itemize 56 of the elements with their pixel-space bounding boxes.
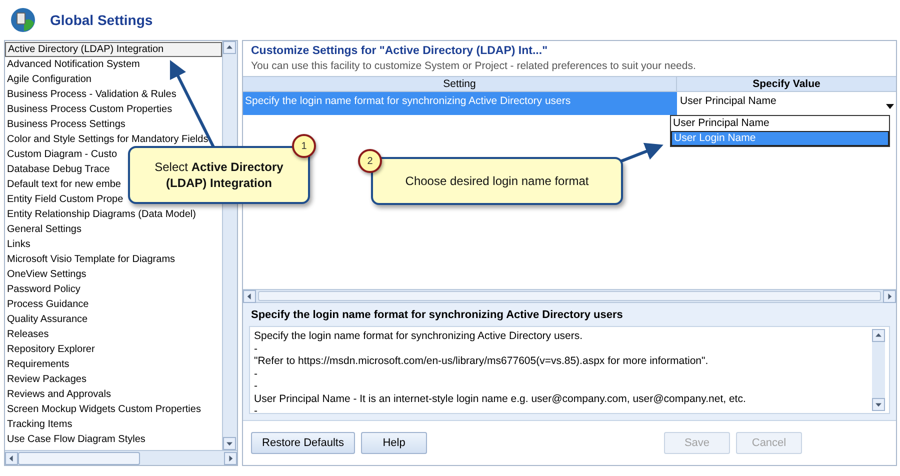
- settings-category-item[interactable]: General Settings: [5, 222, 82, 237]
- description-line: "Refer to https://msdn.microsoft.com/en-us/library/ms677605(v=vs.85).aspx for more information".: [254, 355, 710, 368]
- scroll-right-button[interactable]: [883, 290, 896, 303]
- panel-subtitle: You can use this facility to customize System or Project - related preferences to suit your needs.: [250, 59, 697, 74]
- dropdown-option[interactable]: User Principal Name: [671, 116, 889, 131]
- settings-category-item[interactable]: Quality Assurance: [5, 312, 89, 327]
- settings-category-item[interactable]: Agile Configuration: [5, 72, 92, 87]
- settings-category-item[interactable]: Business Process Settings: [5, 117, 126, 132]
- settings-category-item[interactable]: Default text for new embe: [5, 177, 122, 192]
- vertical-scrollbar[interactable]: [872, 329, 885, 411]
- column-header: Setting: [243, 77, 677, 91]
- settings-category-item[interactable]: Entity Relationship Diagrams (Data Model): [5, 207, 197, 222]
- settings-category-item[interactable]: Password Policy: [5, 282, 82, 297]
- panel-title: Customize Settings for "Active Directory (LDAP) Int...": [250, 44, 549, 57]
- settings-category-item[interactable]: Business Process - Validation & Rules: [5, 87, 178, 102]
- callout-note: Choose desired login name format: [371, 157, 623, 205]
- globe-icon: [10, 7, 36, 33]
- settings-category-item[interactable]: Use Case Flow Diagram Styles: [5, 432, 146, 447]
- help-button[interactable]: Help: [361, 432, 427, 454]
- settings-category-item[interactable]: Advanced Notification System: [5, 57, 141, 72]
- settings-category-item[interactable]: Reviews and Approvals: [5, 387, 112, 402]
- settings-category-item[interactable]: Business Process Custom Properties: [5, 102, 174, 117]
- column-header: Specify Value: [752, 77, 822, 91]
- restore-defaults-button[interactable]: Restore Defaults: [251, 432, 355, 454]
- description-line: Specify the login name format for synchronizing Active Directory users.: [254, 330, 584, 342]
- settings-category-item[interactable]: Requirements: [5, 357, 70, 372]
- settings-category-item[interactable]: Links: [5, 237, 32, 252]
- horizontal-scrollbar[interactable]: [5, 450, 237, 465]
- settings-category-item[interactable]: Color and Style Settings for Mandatory Fields: [5, 132, 210, 147]
- scroll-left-button[interactable]: [5, 452, 18, 464]
- horizontal-scrollbar[interactable]: [243, 289, 896, 303]
- scroll-right-button[interactable]: [224, 452, 237, 464]
- settings-category-item[interactable]: Screen Mockup Widgets Custom Properties: [5, 402, 202, 417]
- settings-category-item[interactable]: Custom Diagram - Custo: [5, 147, 118, 162]
- scroll-left-button[interactable]: [243, 290, 256, 303]
- settings-category-item[interactable]: Tracking Items: [5, 417, 74, 432]
- settings-category-item[interactable]: Database Debug Trace: [5, 162, 111, 177]
- scroll-down-button[interactable]: [223, 437, 236, 450]
- settings-category-item[interactable]: Entity Field Custom Prope: [5, 192, 124, 207]
- settings-category-item[interactable]: Review Packages: [5, 372, 88, 387]
- description-line: -: [254, 405, 258, 413]
- window-title: Global Settings: [50, 12, 153, 28]
- settings-category-item[interactable]: Releases: [5, 327, 50, 342]
- scroll-up-button[interactable]: [872, 329, 885, 342]
- settings-category-item[interactable]: OneView Settings: [5, 267, 88, 282]
- description-line: -: [254, 368, 258, 380]
- description-line: User Principal Name - It is an internet-style login name e.g. user@company.com, user@company.net, etc.: [254, 392, 747, 405]
- scroll-down-button[interactable]: [872, 398, 885, 411]
- settings-category-item[interactable]: Repository Explorer: [5, 342, 96, 357]
- description-line: -: [254, 380, 258, 392]
- description-title: Specify the login name format for synchronizing Active Directory users: [250, 308, 624, 323]
- settings-category-item[interactable]: Active Directory (LDAP) Integration: [5, 42, 222, 57]
- settings-category-item[interactable]: Microsoft Visio Template for Diagrams: [5, 252, 176, 267]
- description-line: -: [254, 342, 258, 355]
- settings-category-item[interactable]: Process Guidance: [5, 297, 90, 312]
- scroll-up-button[interactable]: [223, 41, 236, 54]
